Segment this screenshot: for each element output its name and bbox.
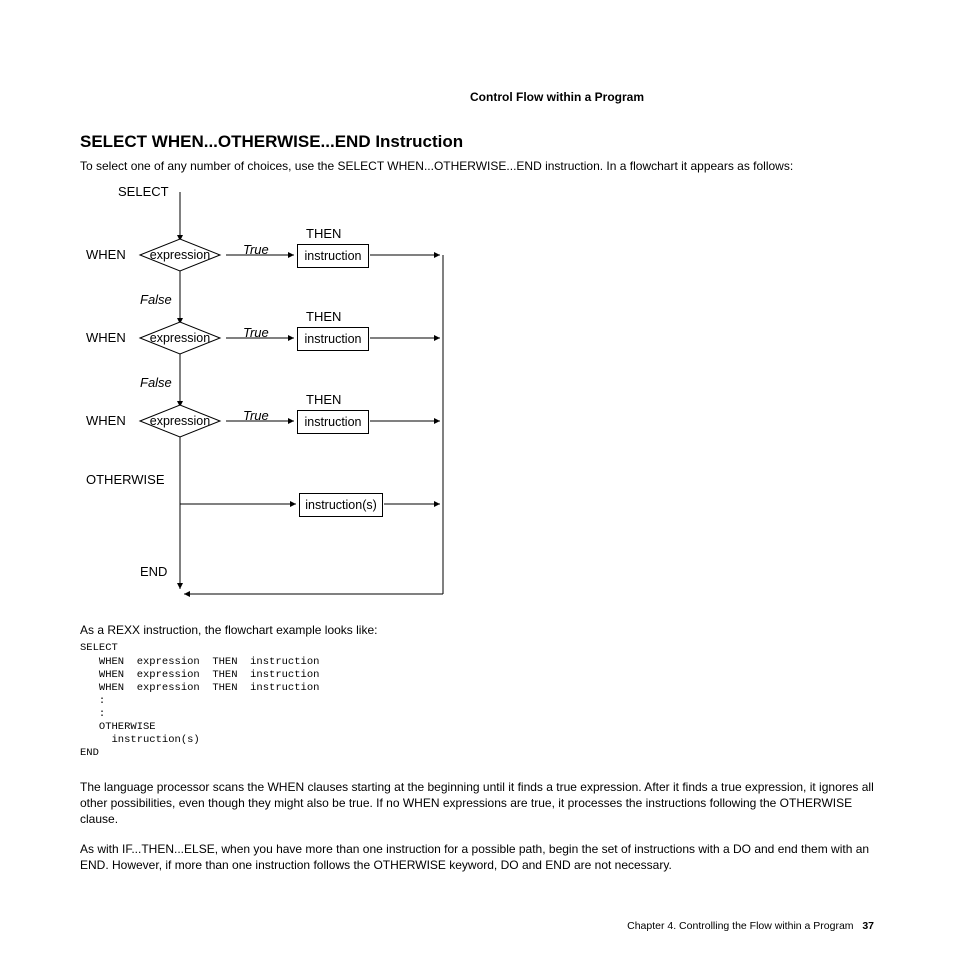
chapter-label: Chapter 4. Controlling the Flow within a… bbox=[627, 920, 853, 932]
section-title: SELECT WHEN...OTHERWISE...END Instructio… bbox=[80, 132, 874, 152]
end-label: END bbox=[140, 564, 167, 579]
expression-text-1: expression bbox=[140, 241, 220, 269]
when-label-2: WHEN bbox=[86, 330, 126, 345]
page-number: 37 bbox=[862, 920, 874, 932]
after-flow-text: As a REXX instruction, the flowchart exa… bbox=[80, 622, 874, 638]
code-block: SELECT WHEN expression THEN instruction … bbox=[80, 642, 874, 760]
expression-text-3: expression bbox=[140, 407, 220, 435]
then-label-2: THEN bbox=[306, 309, 341, 324]
flowchart: SELECT WHEN expression True THEN instruc… bbox=[80, 184, 580, 604]
expression-diamond-2: expression bbox=[140, 324, 220, 352]
instruction-box-2: instruction bbox=[297, 327, 369, 351]
expression-diamond-3: expression bbox=[140, 407, 220, 435]
instruction-box-1: instruction bbox=[297, 244, 369, 268]
otherwise-label: OTHERWISE bbox=[86, 472, 165, 487]
paragraph-2: As with IF...THEN...ELSE, when you have … bbox=[80, 841, 874, 873]
expression-text-2: expression bbox=[140, 324, 220, 352]
intro-text: To select one of any number of choices, … bbox=[80, 158, 874, 174]
select-label: SELECT bbox=[118, 184, 169, 199]
then-label-1: THEN bbox=[306, 226, 341, 241]
when-label-1: WHEN bbox=[86, 247, 126, 262]
expression-diamond-1: expression bbox=[140, 241, 220, 269]
true-label-2: True bbox=[243, 325, 269, 340]
when-label-3: WHEN bbox=[86, 413, 126, 428]
false-label-1: False bbox=[140, 292, 172, 307]
instructions-box: instruction(s) bbox=[299, 493, 383, 517]
false-label-2: False bbox=[140, 375, 172, 390]
running-head: Control Flow within a Program bbox=[80, 90, 874, 104]
then-label-3: THEN bbox=[306, 392, 341, 407]
instruction-box-3: instruction bbox=[297, 410, 369, 434]
page-content: Control Flow within a Program SELECT WHE… bbox=[80, 90, 874, 887]
paragraph-1: The language processor scans the WHEN cl… bbox=[80, 779, 874, 828]
true-label-3: True bbox=[243, 408, 269, 423]
page-footer: Chapter 4. Controlling the Flow within a… bbox=[80, 920, 954, 932]
true-label-1: True bbox=[243, 242, 269, 257]
